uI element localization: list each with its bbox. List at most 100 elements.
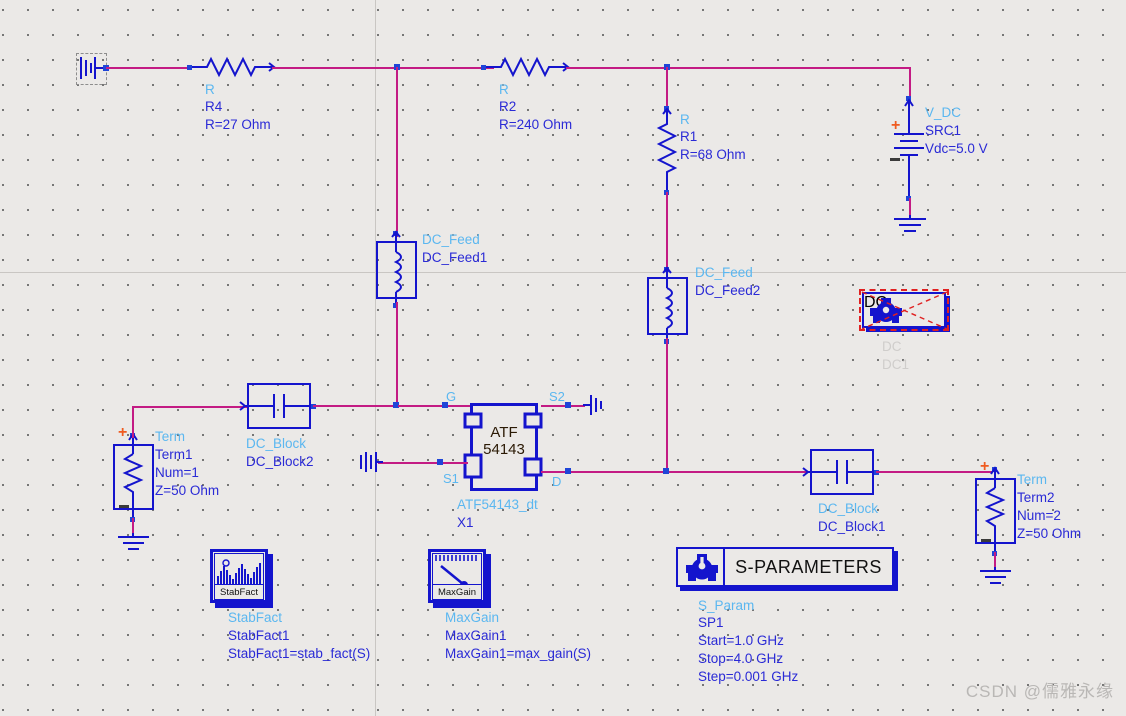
r1-name-label: R1 — [680, 129, 698, 144]
wire-top-2[interactable] — [272, 67, 494, 69]
resistor-r4[interactable] — [187, 53, 279, 83]
dc-type-label: DC — [882, 339, 902, 354]
dc-feed-2[interactable] — [647, 266, 689, 344]
r4-type-label: R — [205, 82, 215, 97]
wire-term1-to-block[interactable] — [132, 406, 247, 408]
gear-icon — [686, 554, 718, 581]
sparam-stop-label: Stop=4.0 GHz — [698, 651, 784, 666]
wire-term1-top[interactable] — [132, 408, 134, 438]
r2-value-label: R=240 Ohm — [499, 117, 573, 132]
dc-block1-type-label: DC_Block — [818, 501, 879, 516]
transistor-model-label: ATF54143_dt — [457, 497, 538, 512]
wire-s2-gnd[interactable] — [541, 405, 585, 407]
dc-block2-name-label: DC_Block2 — [246, 454, 314, 469]
watermark: CSDN @儒雅永缘 — [965, 682, 1114, 701]
term2-z-label: Z=50 Ohm — [1017, 526, 1082, 541]
wire-s1-gnd[interactable] — [378, 462, 468, 464]
resistor-r2[interactable] — [481, 53, 573, 83]
sparameters-block[interactable]: S-PARAMETERS — [676, 547, 898, 591]
src1-type-label: V_DC — [925, 105, 962, 120]
term2-minus-sign — [981, 539, 991, 542]
src1-plus-sign: + — [891, 117, 901, 134]
vertical-guide-line — [375, 0, 376, 716]
stabfact-expr-label: StabFact1=stab_fact(S) — [228, 646, 371, 661]
term1-plus-sign: + — [118, 424, 128, 441]
transistor-instance-label: X1 — [457, 515, 474, 530]
wire-top-3[interactable] — [566, 67, 911, 69]
dc-name-label: DC1 — [882, 357, 910, 372]
ground-symbol-s1[interactable] — [359, 451, 385, 475]
wire-r1-bottom[interactable] — [666, 192, 668, 274]
stabfact-icon-caption: StabFact — [214, 584, 264, 600]
term2-plus-sign: + — [980, 458, 990, 475]
wire-feed1-top[interactable] — [396, 67, 398, 237]
junction-dot-drain — [565, 468, 571, 474]
maxgain-type-label: MaxGain — [445, 610, 500, 625]
term-1[interactable] — [113, 432, 155, 522]
src1-value-label: Vdc=5.0 V — [925, 141, 988, 156]
term1-type-label: Term — [155, 429, 185, 444]
ground-symbol-term2[interactable] — [979, 567, 1013, 589]
dc-feed1-type-label: DC_Feed — [422, 232, 480, 247]
term2-name-label: Term2 — [1017, 490, 1055, 505]
src1-name-label: SRC1 — [925, 123, 962, 138]
ground-symbol-input[interactable] — [78, 56, 106, 82]
dc-block2-type-label: DC_Block — [246, 436, 307, 451]
wire-drain[interactable] — [541, 471, 811, 473]
stabfact-block[interactable]: StabFact — [210, 549, 273, 608]
sparam-step-label: Step=0.001 GHz — [698, 669, 799, 684]
maxgain-name-label: MaxGain1 — [445, 628, 507, 643]
r4-name-label: R4 — [205, 99, 223, 114]
r1-type-label: R — [680, 112, 690, 127]
term2-type-label: Term — [1017, 472, 1047, 487]
dc-feed2-type-label: DC_Feed — [695, 265, 753, 280]
dc-block1-name-label: DC_Block1 — [818, 519, 886, 534]
maxgain-block[interactable]: MaxGain — [428, 549, 491, 608]
schematic-canvas[interactable]: R R4 R=27 Ohm R R2 R=240 Ohm R R1 R=68 O… — [0, 0, 1126, 716]
term-2[interactable] — [975, 466, 1017, 556]
term1-num-label: Num=1 — [155, 465, 199, 480]
ground-symbol-s2[interactable] — [583, 394, 609, 418]
sparam-name-label: SP1 — [698, 615, 724, 630]
sparam-type-label: S_Param — [698, 598, 755, 613]
dc-feed1-name-label: DC_Feed1 — [422, 250, 488, 265]
term1-z-label: Z=50 Ohm — [155, 483, 220, 498]
dc-feed2-name-label: DC_Feed2 — [695, 283, 761, 298]
stabfact-type-label: StabFact — [228, 610, 283, 625]
resistor-r1[interactable] — [653, 106, 683, 200]
dc-sim-block-disabled[interactable]: DC — [859, 289, 950, 332]
wire-top-1[interactable] — [106, 67, 191, 69]
junction-dot-feed2-drain — [663, 468, 669, 474]
pin-label-g: G — [446, 389, 457, 404]
r2-type-label: R — [499, 82, 509, 97]
dc-feed-1[interactable] — [376, 230, 418, 308]
r4-value-label: R=27 Ohm — [205, 117, 271, 132]
wire-block2-to-gate[interactable] — [313, 405, 398, 407]
wire-r1-top[interactable] — [666, 67, 668, 112]
dc-block-2[interactable] — [239, 382, 318, 430]
dc-block-1[interactable] — [802, 448, 881, 496]
pin-label-d: D — [552, 474, 562, 489]
src1-minus-sign — [890, 158, 900, 161]
pin-label-s1: S1 — [443, 471, 459, 486]
r2-name-label: R2 — [499, 99, 517, 114]
term2-num-label: Num=2 — [1017, 508, 1061, 523]
junction-dot-s1 — [437, 459, 443, 465]
horizontal-guide-line — [0, 272, 1126, 273]
pin-label-s2: S2 — [549, 389, 565, 404]
transistor-part-line2: 54143 — [483, 441, 525, 458]
term1-minus-sign — [119, 505, 129, 508]
wire-feed1-bottom[interactable] — [396, 302, 398, 406]
term1-name-label: Term1 — [155, 447, 193, 462]
wire-feed2-bottom[interactable] — [666, 338, 668, 471]
sparam-start-label: Start=1.0 GHz — [698, 633, 784, 648]
r1-value-label: R=68 Ohm — [680, 147, 746, 162]
ground-symbol-src1[interactable] — [893, 215, 927, 237]
transistor-part-line1: ATF — [490, 424, 518, 441]
sparameters-title: S-PARAMETERS — [735, 556, 882, 577]
ground-symbol-term1[interactable] — [117, 533, 151, 555]
stabfact-name-label: StabFact1 — [228, 628, 290, 643]
junction-dot-s2 — [565, 402, 571, 408]
maxgain-icon-caption: MaxGain — [432, 584, 482, 600]
maxgain-expr-label: MaxGain1=max_gain(S) — [445, 646, 591, 661]
